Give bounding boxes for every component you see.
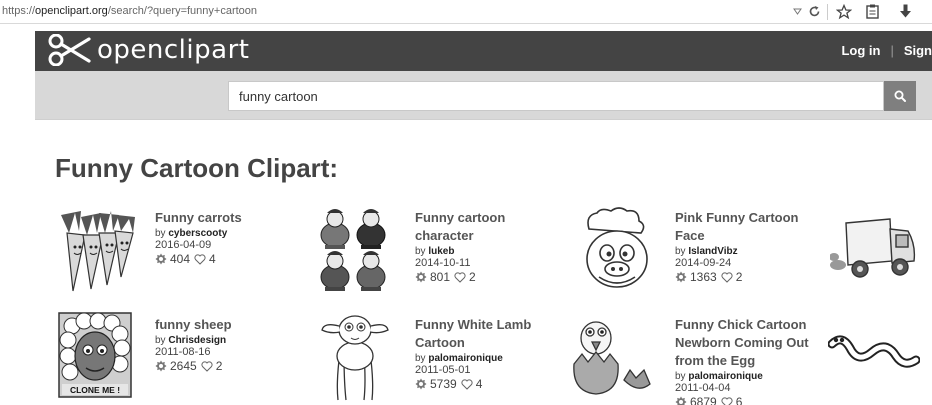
bookmark-star-icon[interactable]	[835, 3, 853, 20]
result-date: 2014-10-11	[415, 257, 471, 269]
sheep-caption: CLONE ME !	[70, 385, 120, 395]
result-author: by palomaironique	[415, 353, 503, 364]
scissors-icon	[48, 34, 91, 66]
result-title[interactable]: Funny White Lamb Cartoon	[415, 316, 565, 352]
result-stats: 404 4	[155, 252, 305, 266]
result-title[interactable]: Funny Chick Cartoon Newborn Coming Out f…	[675, 316, 825, 370]
result-date: 2014-09-24	[675, 257, 732, 269]
result-stats: 6879 6	[675, 395, 825, 405]
result-thumbnail-sheep[interactable]: CLONE ME !	[58, 312, 132, 403]
downloads-icon	[675, 271, 687, 283]
result-date: 2016-04-09	[155, 239, 212, 251]
result-info: Pink Funny Cartoon Face by IslandVibz 20…	[675, 209, 825, 284]
heart-icon[interactable]	[194, 253, 206, 265]
result-thumbnail-characters[interactable]	[315, 205, 393, 296]
downloads-icon	[155, 360, 167, 372]
result-thumbnail-chick[interactable]	[572, 314, 652, 401]
result-stats: 801 2	[415, 270, 565, 284]
result-author: by IslandVibz	[675, 246, 738, 257]
dropdown-arrow-icon[interactable]	[790, 3, 804, 20]
heart-icon[interactable]	[201, 360, 213, 372]
result-info: Funny cartoon character by lukeb 2014-10…	[415, 209, 565, 284]
signup-link[interactable]: Sign	[904, 43, 932, 58]
result-date: 2011-05-01	[415, 364, 471, 376]
url-text[interactable]: https://openclipart.org/search/?query=fu…	[2, 5, 257, 17]
auth-links: Log in | Sign	[841, 43, 932, 58]
result-stats: 5739 4	[415, 377, 565, 391]
page-left-margin	[0, 24, 35, 405]
site-header: openclipart Log in | Sign	[35, 31, 932, 71]
heart-icon[interactable]	[454, 271, 466, 283]
result-date: 2011-08-16	[155, 346, 211, 358]
downloads-icon	[415, 378, 427, 390]
downloads-icon	[415, 271, 427, 283]
result-info: Funny White Lamb Cartoon by palomaironiq…	[415, 316, 565, 391]
result-date: 2011-04-04	[675, 382, 731, 394]
author-link[interactable]: Chrisdesign	[168, 335, 226, 346]
result-author: by cyberscooty	[155, 228, 228, 239]
result-thumbnail-carrots[interactable]	[55, 205, 137, 298]
result-title[interactable]: Funny cartoon character	[415, 209, 565, 245]
login-link[interactable]: Log in	[841, 43, 880, 58]
page-title: Funny Cartoon Clipart:	[55, 153, 339, 183]
result-author: by Chrisdesign	[155, 335, 227, 346]
browser-url-bar[interactable]: https://openclipart.org/search/?query=fu…	[0, 0, 932, 24]
downloads-icon	[675, 396, 687, 405]
result-author: by lukeb	[415, 246, 455, 257]
result-title[interactable]: Pink Funny Cartoon Face	[675, 209, 825, 245]
author-link[interactable]: IslandVibz	[688, 246, 737, 257]
logo-text: openclipart	[97, 35, 250, 65]
search-input[interactable]	[228, 81, 884, 111]
result-stats: 1363 2	[675, 270, 825, 284]
result-thumbnail-lamb[interactable]	[320, 312, 390, 405]
site-logo[interactable]: openclipart	[47, 34, 249, 66]
result-title[interactable]: Funny carrots	[155, 209, 305, 227]
reload-icon[interactable]	[806, 3, 822, 20]
search-button[interactable]	[884, 81, 916, 111]
result-thumbnail-truck[interactable]	[829, 215, 916, 288]
auth-separator: |	[890, 43, 894, 58]
downloads-icon	[155, 253, 167, 265]
result-title[interactable]: funny sheep	[155, 316, 305, 334]
result-info: funny sheep by Chrisdesign 2011-08-16 26…	[155, 316, 305, 373]
heart-icon[interactable]	[721, 396, 733, 405]
heart-icon[interactable]	[461, 378, 473, 390]
result-info: Funny carrots by cyberscooty 2016-04-09 …	[155, 209, 305, 266]
download-icon[interactable]	[896, 3, 914, 20]
result-info: Funny Chick Cartoon Newborn Coming Out f…	[675, 316, 825, 405]
author-link[interactable]: palomaironique	[688, 371, 762, 382]
clipboard-icon[interactable]	[864, 3, 880, 20]
author-link[interactable]: palomaironique	[428, 353, 502, 364]
search-bar	[35, 71, 932, 120]
result-stats: 2645 2	[155, 359, 305, 373]
result-author: by palomaironique	[675, 371, 763, 382]
search-icon	[894, 90, 906, 102]
result-thumbnail-worm[interactable]	[827, 330, 921, 381]
heart-icon[interactable]	[721, 271, 733, 283]
result-thumbnail-face[interactable]	[581, 207, 653, 296]
author-link[interactable]: lukeb	[428, 246, 454, 257]
author-link[interactable]: cyberscooty	[168, 228, 227, 239]
